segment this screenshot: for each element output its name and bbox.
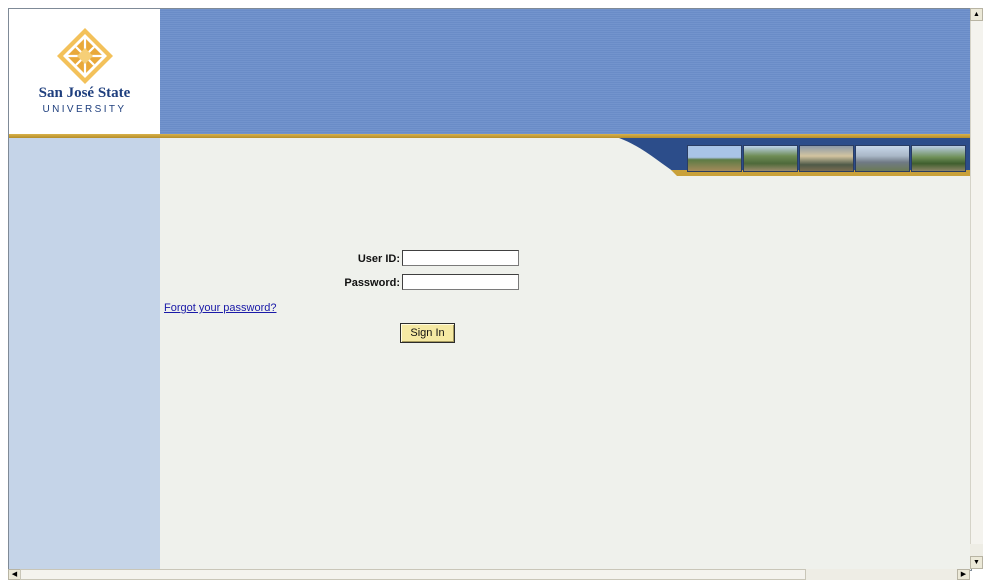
vertical-scrollbar[interactable]: ▲ ▼ bbox=[970, 8, 983, 569]
campus-photo-4 bbox=[855, 145, 910, 172]
horizontal-scrollbar[interactable]: ◀ ▶ bbox=[8, 569, 970, 580]
password-label: Password: bbox=[344, 277, 400, 289]
logo-name: San José State bbox=[38, 85, 131, 101]
header-banner bbox=[160, 9, 971, 134]
password-input[interactable] bbox=[402, 274, 519, 290]
university-logo[interactable]: San José State UNIVERSITY bbox=[9, 9, 160, 134]
portal-frame: San José State UNIVERSITY User ID: Passw… bbox=[8, 8, 972, 571]
sign-in-button[interactable]: Sign In bbox=[400, 323, 455, 343]
logo-subtitle: UNIVERSITY bbox=[42, 104, 127, 115]
campus-photo-1 bbox=[687, 145, 742, 172]
campus-photo-strip bbox=[619, 138, 971, 176]
left-sidebar-panel bbox=[9, 138, 160, 570]
vertical-scroll-thumb[interactable] bbox=[970, 21, 983, 544]
arrow-up-icon[interactable]: ▲ bbox=[970, 8, 983, 21]
arrow-right-icon[interactable]: ▶ bbox=[957, 569, 970, 580]
campus-photo-2 bbox=[743, 145, 798, 172]
arrow-down-icon[interactable]: ▼ bbox=[970, 556, 983, 569]
user-id-label: User ID: bbox=[357, 253, 400, 265]
logo-mark-icon bbox=[57, 28, 113, 84]
campus-photo-5 bbox=[911, 145, 966, 172]
user-id-input[interactable] bbox=[402, 250, 519, 266]
forgot-password-link[interactable]: Forgot your password? bbox=[164, 302, 277, 314]
horizontal-scroll-thumb[interactable] bbox=[20, 569, 806, 580]
campus-photo-3 bbox=[799, 145, 854, 172]
